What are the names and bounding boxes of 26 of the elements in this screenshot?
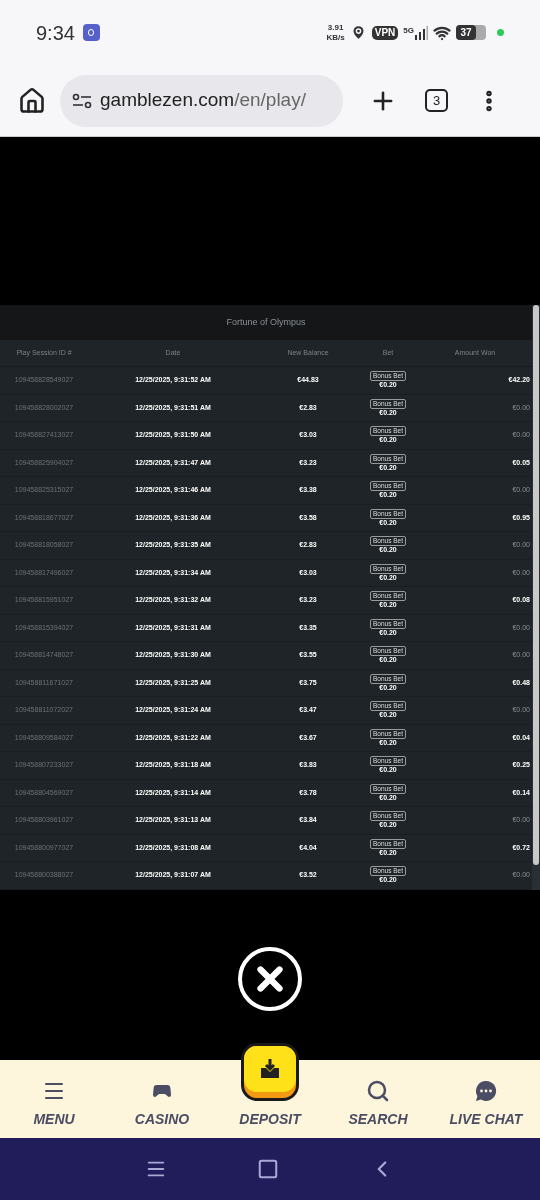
- nav-button[interactable]: DEPOSIT: [216, 1042, 324, 1138]
- network-speed-unit: KB/s: [326, 32, 345, 43]
- network-type: 5G: [403, 25, 414, 35]
- search-icon: [366, 1079, 390, 1103]
- address-bar[interactable]: gamblezen.com/en/play/: [60, 74, 343, 127]
- deposit-icon: [241, 1043, 299, 1101]
- nav-button[interactable]: CASINO: [108, 1060, 216, 1138]
- vpn-indicator: VPN: [371, 25, 399, 40]
- close-button[interactable]: [238, 946, 302, 1011]
- scrollbar-thumb[interactable]: [533, 305, 539, 865]
- signal-icon: [414, 25, 428, 40]
- url-text: gamblezen.com/en/play/: [100, 88, 306, 113]
- location-icon: [349, 24, 367, 41]
- chat-icon: [474, 1079, 498, 1103]
- network-speed: 3.91: [327, 22, 344, 33]
- site-settings-icon: [72, 92, 92, 109]
- home-nav-button[interactable]: [257, 1158, 279, 1180]
- nav-button[interactable]: SEARCH: [324, 1060, 432, 1138]
- table-title: Fortune of Olympus: [226, 315, 306, 329]
- home-button[interactable]: [18, 86, 46, 115]
- clock-time: 9:34: [36, 20, 75, 46]
- battery-indicator: 37: [456, 25, 486, 40]
- tab-count-button[interactable]: 3: [425, 89, 448, 112]
- app-notification-icon: [82, 24, 100, 41]
- nav-button[interactable]: MENU: [0, 1060, 108, 1138]
- nav-button[interactable]: LIVE CHAT: [432, 1060, 540, 1138]
